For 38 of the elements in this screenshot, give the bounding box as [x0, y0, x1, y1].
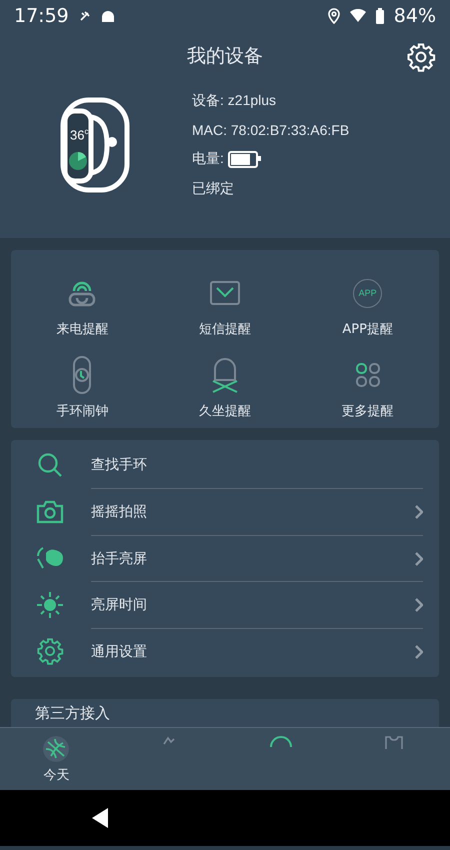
envelope-icon [208, 280, 241, 306]
menu-item[interactable]: 查找手环 [91, 456, 423, 474]
camera-icon [36, 500, 64, 524]
menu-item[interactable]: 摇摇拍照 [91, 503, 415, 522]
search-icon [37, 452, 63, 478]
watch-icon [72, 355, 92, 395]
section-title: 第三方接入 [35, 704, 110, 722]
battery-meter [228, 150, 258, 168]
reminder-item[interactable]: 短信提醒 [198, 320, 251, 338]
battery-label: 电量: [192, 150, 224, 168]
reminder-item[interactable]: 更多提醒 [342, 402, 394, 420]
seat-icon [210, 356, 240, 394]
bind-status: 已绑定 [192, 180, 235, 198]
reminder-item[interactable]: 久坐提醒 [198, 402, 251, 420]
app-icon: APP [353, 278, 382, 308]
ball-icon [43, 736, 70, 762]
reminder-item[interactable]: APP提醒 [342, 320, 393, 338]
gear-icon [36, 637, 64, 666]
shirt-icon [384, 736, 404, 750]
mac-address: MAC: 78:02:B7:33:A6:FB [192, 122, 350, 138]
page-title: 我的设备 [187, 44, 263, 69]
temperature-text: 36$^{c}$ [70, 127, 88, 142]
wifi-icon [350, 9, 366, 23]
location-icon [328, 8, 340, 24]
menu-item[interactable]: 通用设置 [91, 642, 415, 661]
sun-icon [36, 590, 64, 619]
menu-item[interactable]: 亮屏时间 [91, 596, 415, 614]
reminder-item[interactable]: 手环闹钟 [56, 402, 108, 420]
reminder-item[interactable]: 来电提醒 [56, 320, 108, 338]
back-icon[interactable] [92, 808, 108, 828]
menu-item[interactable]: 抬手亮屏 [91, 550, 415, 568]
arc-icon [269, 736, 294, 748]
battery-percent: 84% [394, 5, 436, 27]
device-name: 设备: z21plus [192, 92, 278, 110]
status-time: 17:59 [14, 5, 69, 27]
settings-icon[interactable] [406, 42, 436, 72]
grid-icon [354, 362, 381, 388]
battery-icon [376, 8, 384, 24]
